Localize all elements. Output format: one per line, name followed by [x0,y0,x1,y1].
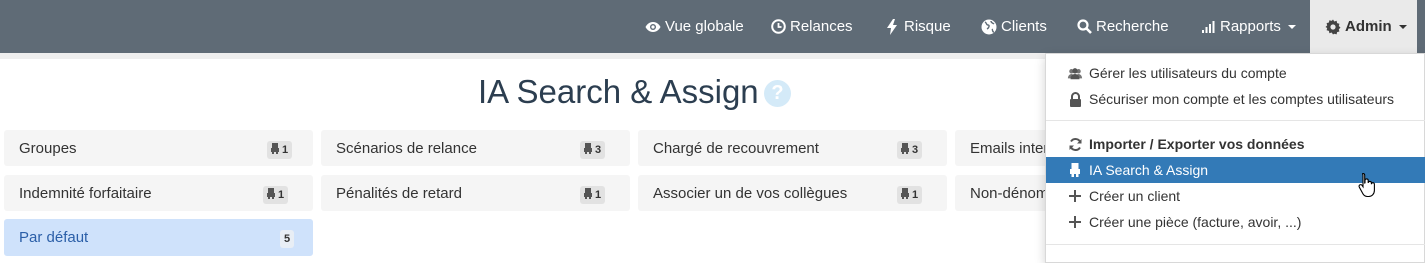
nav-label: Clients [1001,18,1047,35]
nav-recherche[interactable]: Recherche [1076,0,1169,53]
chevron-down-icon [1398,24,1407,29]
robot-icon [584,143,592,157]
help-icon[interactable]: ? [764,80,791,107]
robot-icon [584,188,592,202]
menu-item-label: Importer / Exporter vos données [1089,136,1305,152]
card-label: Scénarios de relance [336,139,477,157]
hand-cursor-icon [1358,172,1375,198]
menu-item-importer-exporter[interactable]: Importer / Exporter vos données [1046,131,1425,157]
robot-icon [901,188,909,202]
eye-icon [645,19,661,35]
nav-label: Relances [790,18,853,35]
robot-icon [1067,162,1083,178]
refresh-icon [1067,136,1083,152]
menu-divider [1046,120,1425,121]
users-icon [1067,65,1083,81]
badge-count: 1 [912,189,919,201]
card-label: Par défaut [19,229,89,246]
robot-icon [271,143,279,157]
search-icon [1076,19,1092,35]
badge-count: 1 [282,144,289,156]
card-label: Chargé de recouvrement [653,139,819,157]
count-badge: 3 [580,141,606,159]
badge-count: 5 [284,233,291,245]
card-label: Non-dénom [970,184,1049,202]
card-label: Associer un de vos collègues [653,184,848,202]
card-groupes[interactable]: Groupes 1 [4,130,313,166]
menu-item-securiser-compte[interactable]: Sécuriser mon compte et les comptes util… [1046,86,1425,112]
top-navbar: Vue globale Relances Risque Clients Rech… [0,0,1425,53]
robot-icon [267,188,275,202]
card-scenarios[interactable]: Scénarios de relance 3 [321,130,630,166]
count-badge: 1 [897,186,923,204]
plus-icon [1067,188,1083,204]
nav-label: Risque [904,18,951,35]
count-badge: 5 [280,230,295,248]
badge-count: 3 [912,144,919,156]
page-title: IA Search & Assign [478,73,759,110]
lock-icon [1067,91,1083,107]
nav-label: Recherche [1096,18,1169,35]
menu-item-label: Sécuriser mon compte et les comptes util… [1089,91,1395,107]
globe-icon [981,19,997,35]
badge-count: 1 [278,189,285,201]
menu-divider [1046,244,1425,245]
nav-risque[interactable]: Risque [884,0,951,53]
menu-item-creer-piece[interactable]: Créer une pièce (facture, avoir, ...) [1046,209,1425,235]
card-associer-collegues[interactable]: Associer un de vos collègues 1 [638,175,947,211]
nav-vue-globale[interactable]: Vue globale [645,0,744,53]
card-label: Groupes [19,139,77,157]
menu-item-label: Gérer les utilisateurs du compte [1089,65,1287,81]
nav-clients[interactable]: Clients [981,0,1047,53]
nav-rapports[interactable]: Rapports [1200,0,1296,53]
nav-admin[interactable]: Admin [1310,0,1417,53]
count-badge: 1 [267,141,293,159]
nav-label: Vue globale [665,18,744,35]
count-badge: 3 [897,141,923,159]
badge-count: 1 [595,189,602,201]
nav-relances[interactable]: Relances [770,0,853,53]
count-badge: 1 [580,186,606,204]
signal-icon [1200,19,1216,35]
card-penalites[interactable]: Pénalités de retard 1 [321,175,630,211]
menu-item-label: Créer un client [1089,188,1181,204]
card-label: Indemnité forfaitaire [19,184,152,202]
card-label: Emails inter [970,139,1049,157]
card-charge-recouvrement[interactable]: Chargé de recouvrement 3 [638,130,947,166]
gear-icon [1325,19,1341,35]
card-par-defaut[interactable]: Par défaut 5 [4,219,313,256]
bolt-icon [884,18,900,35]
nav-label: Rapports [1220,18,1281,35]
menu-item-gerer-utilisateurs[interactable]: Gérer les utilisateurs du compte [1046,60,1425,86]
plus-icon [1067,214,1083,230]
card-indemnite[interactable]: Indemnité forfaitaire 1 [4,175,313,211]
card-label: Pénalités de retard [336,184,462,202]
robot-icon [901,143,909,157]
chevron-down-icon [1287,24,1296,29]
menu-item-label: Créer une pièce (facture, avoir, ...) [1089,214,1302,230]
clock-icon [770,19,786,35]
menu-item-label: IA Search & Assign [1089,162,1209,178]
count-badge: 1 [263,186,289,204]
admin-dropdown-menu: Gérer les utilisateurs du compte Sécuris… [1045,53,1425,263]
badge-count: 3 [595,144,602,156]
nav-label: Admin [1345,18,1392,35]
